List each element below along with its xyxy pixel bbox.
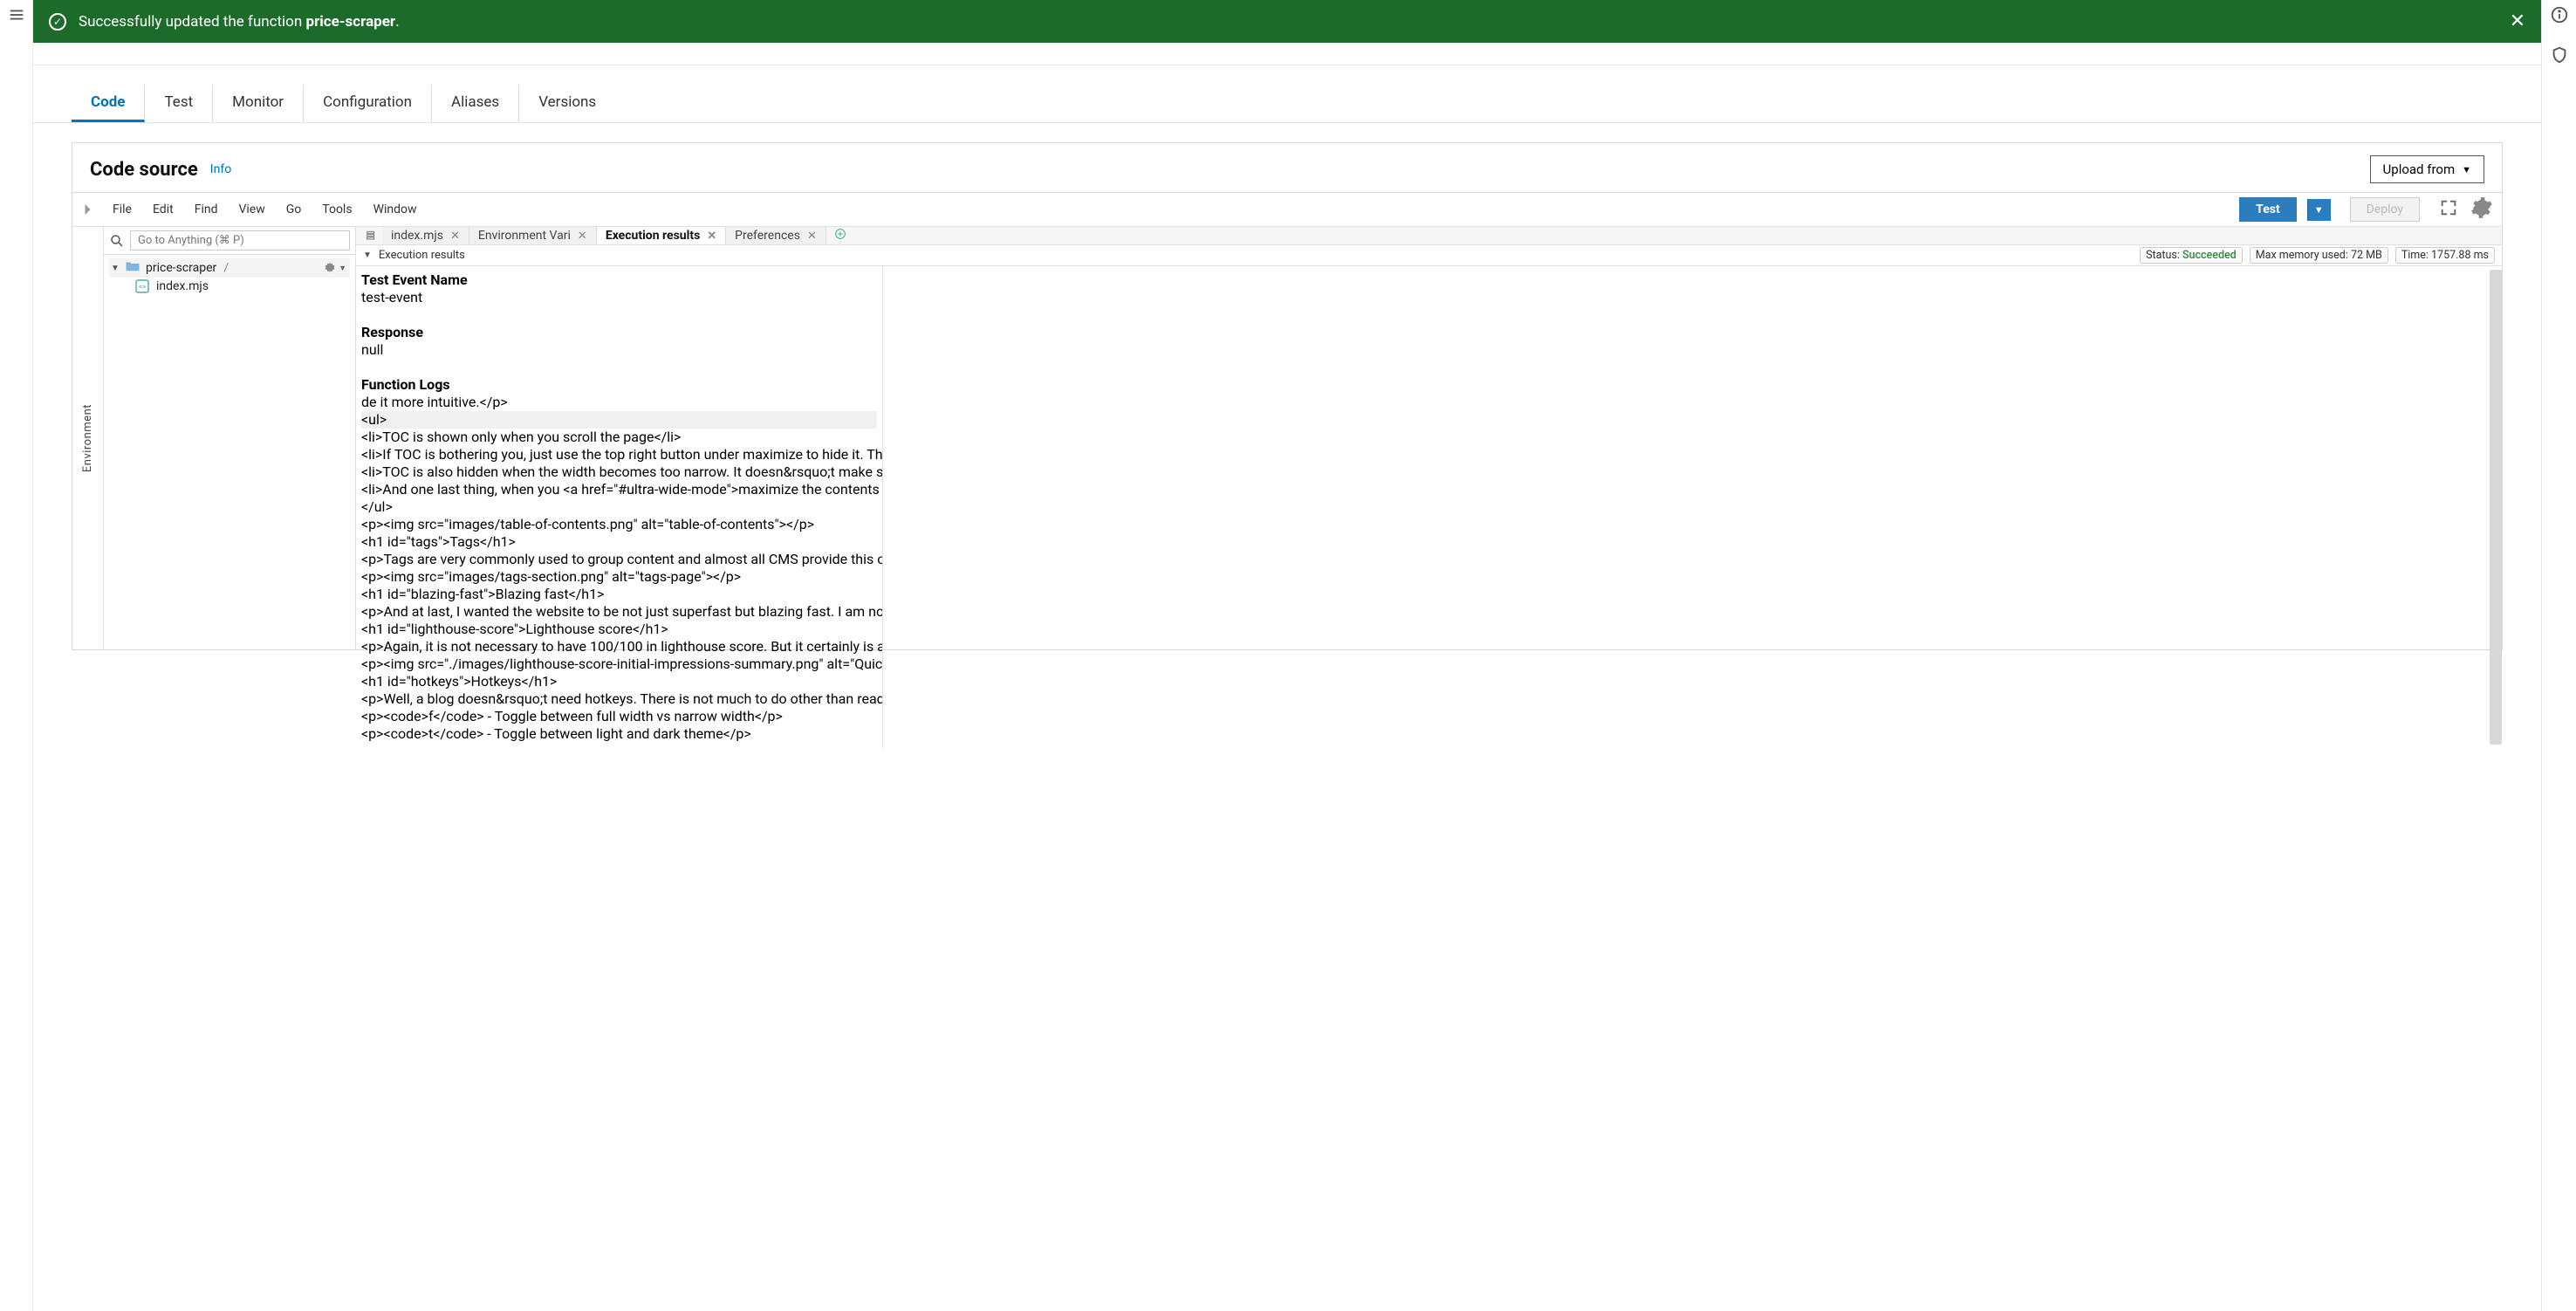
close-icon[interactable]: ✕ xyxy=(450,230,460,243)
info-icon[interactable] xyxy=(2550,5,2569,28)
code-source-panel: Code source Info Upload from▼ File Edit xyxy=(72,142,2503,650)
left-rail xyxy=(0,0,33,1311)
log-line: <p><code>f</code> - Toggle between full … xyxy=(361,708,783,724)
success-flash: ✓ Successfully updated the function pric… xyxy=(33,0,2541,43)
check-circle-icon: ✓ xyxy=(49,13,66,31)
ide-menubar: File Edit Find View Go Tools Window Test… xyxy=(72,193,2502,227)
function-logs-label: Function Logs xyxy=(361,376,450,393)
results-area: Test Event Name test-event Response null… xyxy=(356,266,2502,748)
tree-file[interactable]: <> index.mjs xyxy=(109,278,350,295)
menu-go[interactable]: Go xyxy=(281,199,307,220)
info-link[interactable]: Info xyxy=(210,162,231,176)
close-icon[interactable]: ✕ xyxy=(707,230,716,243)
log-line: <p>Again, it is not necessary to have 10… xyxy=(361,638,883,655)
deploy-button: Deploy xyxy=(2350,197,2420,222)
log-line: de it more intuitive.</p> xyxy=(361,394,508,410)
editor-tab-preferences[interactable]: Preferences✕ xyxy=(726,227,826,244)
editor-tab-env-vars[interactable]: Environment Vari✕ xyxy=(469,227,597,244)
shield-icon[interactable] xyxy=(2550,45,2569,68)
environment-tab[interactable]: Environment xyxy=(72,227,104,649)
response-label: Response xyxy=(361,324,423,340)
chevron-down-icon[interactable]: ▼ xyxy=(363,251,372,260)
editor-tab-index[interactable]: index.mjs✕ xyxy=(382,227,469,244)
tab-aliases[interactable]: Aliases xyxy=(432,85,519,122)
search-icon[interactable] xyxy=(109,233,125,249)
time-pill: Time: 1757.88 ms xyxy=(2395,247,2495,264)
log-line: <p><img src="./images/lighthouse-score-i… xyxy=(361,656,883,672)
flash-message: Successfully updated the function price-… xyxy=(79,13,2497,31)
svg-text:<>: <> xyxy=(139,283,146,291)
tree-root-slash: / xyxy=(223,261,229,275)
menu-view[interactable]: View xyxy=(233,199,270,220)
log-line: <p>Well, a blog doesn&rsquo;t need hotke… xyxy=(361,690,883,707)
collapse-icon[interactable] xyxy=(81,202,97,217)
fullscreen-icon[interactable] xyxy=(2439,198,2458,221)
new-tab-button[interactable] xyxy=(826,227,854,244)
tab-monitor[interactable]: Monitor xyxy=(213,85,304,122)
test-dropdown-button[interactable]: ▼ xyxy=(2307,199,2331,221)
panel-title: Code source xyxy=(90,159,198,181)
goto-anything-input[interactable] xyxy=(130,230,350,251)
log-line: <p>And at last, I wanted the website to … xyxy=(361,603,883,620)
close-icon[interactable]: ✕ xyxy=(578,230,587,243)
folder-icon xyxy=(125,260,140,276)
test-event-value: test-event xyxy=(361,289,422,305)
file-sidebar: Environment ▼ xyxy=(72,227,356,649)
log-line: <p><img src="images/table-of-contents.pn… xyxy=(361,516,814,532)
tree-file-label: index.mjs xyxy=(156,279,209,293)
editor-tab-exec-results[interactable]: Execution results✕ xyxy=(597,227,726,244)
tree-root-label: price-scraper xyxy=(146,261,216,275)
close-icon[interactable]: ✕ xyxy=(807,230,817,243)
menu-window[interactable]: Window xyxy=(368,199,422,220)
log-line: <h1 id="lighthouse-score">Lighthouse sco… xyxy=(361,621,668,637)
log-line: <ul> xyxy=(361,411,877,429)
hamburger-icon[interactable] xyxy=(7,5,26,28)
tab-list-icon[interactable] xyxy=(361,229,382,243)
execution-header: ▼ Execution results Status: Succeeded Ma… xyxy=(356,245,2502,266)
results-right-pane[interactable] xyxy=(883,266,2502,748)
menu-edit[interactable]: Edit xyxy=(147,199,179,220)
spacer xyxy=(33,43,2541,65)
close-icon[interactable]: ✕ xyxy=(2510,10,2525,32)
js-file-icon: <> xyxy=(135,279,151,293)
test-button[interactable]: Test xyxy=(2239,197,2297,222)
tree-root[interactable]: ▼ price-scraper / xyxy=(109,258,350,278)
log-line: <li>TOC is shown only when you scroll th… xyxy=(361,429,681,445)
status-pill: Status: Succeeded xyxy=(2140,247,2243,264)
log-line: <h1 id="blazing-fast">Blazing fast</h1> xyxy=(361,586,604,602)
menu-file[interactable]: File xyxy=(107,199,137,220)
chevron-down-icon[interactable]: ▼ xyxy=(111,264,120,273)
log-line: <li>And one last thing, when you <a href… xyxy=(361,481,883,498)
log-line: <h1 id="hotkeys">Hotkeys</h1> xyxy=(361,673,557,690)
log-line: <li>If TOC is bothering you, just use th… xyxy=(361,446,883,463)
tab-configuration[interactable]: Configuration xyxy=(304,85,432,122)
log-line: <p>Tags are very commonly used to group … xyxy=(361,551,883,567)
tab-code[interactable]: Code xyxy=(72,85,145,122)
menu-tools[interactable]: Tools xyxy=(317,199,357,220)
response-value: null xyxy=(361,341,383,358)
editor-tabs: index.mjs✕ Environment Vari✕ Execution r… xyxy=(356,227,2502,245)
upload-from-button[interactable]: Upload from▼ xyxy=(2370,155,2484,183)
log-line: <p><img src="images/tags-section.png" al… xyxy=(361,568,741,585)
main-tabs: Code Test Monitor Configuration Aliases … xyxy=(33,65,2541,123)
log-line: <p><code>t</code> - Toggle between light… xyxy=(361,725,751,742)
test-event-label: Test Event Name xyxy=(361,271,468,288)
memory-pill: Max memory used: 72 MB xyxy=(2250,247,2388,264)
log-line: </ul> xyxy=(361,498,393,515)
log-line: <h1 id="tags">Tags</h1> xyxy=(361,533,516,550)
exec-title: Execution results xyxy=(379,249,465,262)
caret-down-icon: ▼ xyxy=(2462,164,2471,175)
tree-settings-button[interactable]: ▼ xyxy=(323,261,346,275)
gear-icon[interactable] xyxy=(2470,196,2493,223)
code-editor: File Edit Find View Go Tools Window Test… xyxy=(72,192,2502,649)
menu-find[interactable]: Find xyxy=(189,199,223,220)
log-line: <li>TOC is also hidden when the width be… xyxy=(361,463,883,480)
right-rail xyxy=(2541,0,2576,1311)
tab-versions[interactable]: Versions xyxy=(519,85,615,122)
results-left-pane: Test Event Name test-event Response null… xyxy=(356,266,883,748)
tab-test[interactable]: Test xyxy=(145,85,213,122)
